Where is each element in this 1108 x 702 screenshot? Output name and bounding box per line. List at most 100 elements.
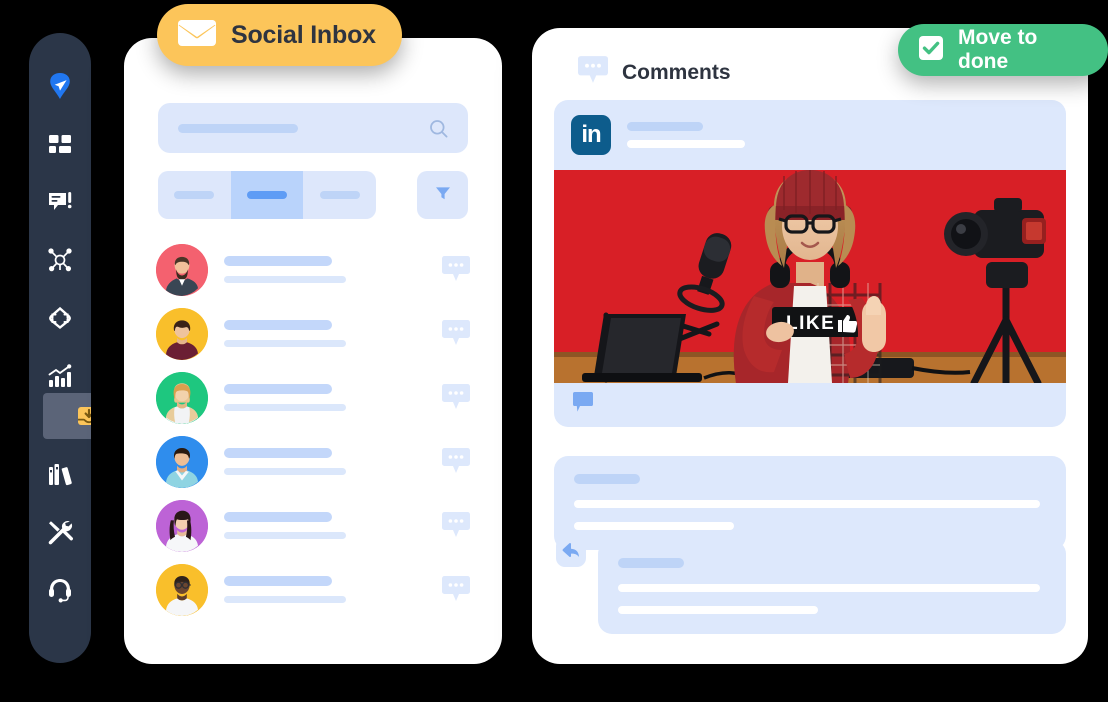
headset-support-icon xyxy=(45,575,75,605)
comment-bubble-icon[interactable] xyxy=(442,512,470,543)
post-header: in xyxy=(554,100,1066,170)
list-item-title xyxy=(224,512,332,522)
avatar xyxy=(156,500,208,552)
tab-label xyxy=(174,191,215,199)
tab-label xyxy=(319,191,360,199)
bar-chart-growth-icon xyxy=(45,361,75,391)
sidebar xyxy=(29,33,91,663)
avatar xyxy=(156,564,208,616)
list-item[interactable] xyxy=(156,430,470,494)
list-item-text xyxy=(224,512,346,539)
avatar xyxy=(156,308,208,360)
social-inbox-badge[interactable]: Social Inbox xyxy=(157,4,402,66)
sidebar-item-tools[interactable] xyxy=(29,509,91,555)
list-item-subtitle xyxy=(224,340,346,347)
reaction-bubble-icon[interactable] xyxy=(571,391,595,419)
reply-card[interactable] xyxy=(598,540,1066,634)
dashboard-grid-icon xyxy=(45,129,75,159)
tools-wrench-icon xyxy=(45,517,75,547)
comments-header: Comments xyxy=(578,56,731,89)
list-item-subtitle xyxy=(224,468,346,475)
sidebar-item-engage[interactable] xyxy=(29,179,91,225)
avatar xyxy=(156,372,208,424)
paper-plane-icon xyxy=(45,71,75,101)
comment-bubble-icon[interactable] xyxy=(442,576,470,607)
list-item[interactable] xyxy=(156,238,470,302)
sidebar-item-campaigns[interactable] xyxy=(29,295,91,341)
comment-bubble-icon xyxy=(578,56,608,89)
list-item[interactable] xyxy=(156,558,470,622)
list-item[interactable] xyxy=(156,302,470,366)
social-inbox-badge-label: Social Inbox xyxy=(231,20,376,49)
inbox-filter-tabs xyxy=(158,171,376,219)
post-author-lines xyxy=(627,122,745,148)
filter-button[interactable] xyxy=(417,171,468,219)
list-item-text xyxy=(224,320,346,347)
diamond-arrows-icon xyxy=(45,303,75,333)
list-item-subtitle xyxy=(224,532,346,539)
list-item-subtitle xyxy=(224,276,346,283)
sidebar-item-library[interactable] xyxy=(29,451,91,497)
move-to-done-label: Move to done xyxy=(958,26,1038,73)
sidebar-item-publish[interactable] xyxy=(29,63,91,109)
list-item-subtitle xyxy=(224,596,346,603)
linkedin-icon: in xyxy=(571,115,611,155)
comment-text-line-2 xyxy=(574,522,734,530)
list-item-text xyxy=(224,448,346,475)
post-image: LIKE xyxy=(554,170,1066,383)
inbox-conversation-list xyxy=(156,238,470,622)
network-nodes-icon xyxy=(45,245,75,275)
list-item-subtitle xyxy=(224,404,346,411)
page-title: Comments xyxy=(622,60,731,84)
comment-bubble-icon[interactable] xyxy=(442,448,470,479)
checkbox-checked-icon xyxy=(918,35,944,66)
comment-alert-icon xyxy=(45,187,75,217)
list-item-text xyxy=(224,384,346,411)
comment-author xyxy=(574,474,640,484)
list-item-title xyxy=(224,448,332,458)
comment-text-line-1 xyxy=(574,500,1040,508)
tab-unread[interactable] xyxy=(230,171,304,219)
list-item-title xyxy=(224,256,332,266)
tab-label xyxy=(247,191,287,199)
list-item-text xyxy=(224,576,346,603)
reply-button[interactable] xyxy=(556,537,586,567)
filter-funnel-icon xyxy=(433,183,453,208)
list-item[interactable] xyxy=(156,366,470,430)
tab-assigned[interactable] xyxy=(303,171,376,219)
sidebar-item-network[interactable] xyxy=(29,237,91,283)
reply-text-line-1 xyxy=(618,584,1040,592)
reply-author xyxy=(618,558,684,568)
list-item-title xyxy=(224,384,332,394)
inbox-download-icon xyxy=(74,401,91,431)
comment-bubble-icon[interactable] xyxy=(442,384,470,415)
comment-card[interactable] xyxy=(554,456,1066,550)
move-to-done-button[interactable]: Move to done xyxy=(898,24,1108,76)
post-author-name xyxy=(627,122,703,131)
post-meta xyxy=(627,140,745,148)
comments-panel: Comments in LIKE xyxy=(532,28,1088,664)
post-reactions[interactable] xyxy=(554,383,1066,427)
tab-all[interactable] xyxy=(158,171,231,219)
avatar xyxy=(156,436,208,488)
reply-arrow-icon xyxy=(562,542,580,563)
list-item-title xyxy=(224,576,332,586)
list-item-title xyxy=(224,320,332,330)
post-card[interactable]: in LIKE xyxy=(554,100,1066,427)
reply-text-line-2 xyxy=(618,606,818,614)
books-library-icon xyxy=(45,459,75,489)
search-icon[interactable] xyxy=(428,118,450,145)
avatar xyxy=(156,244,208,296)
screenshot-stage: Comments in LIKE Social Inbox Move to do… xyxy=(0,0,1108,702)
comment-bubble-icon[interactable] xyxy=(442,256,470,287)
sidebar-item-support[interactable] xyxy=(29,567,91,613)
sidebar-item-social-inbox[interactable] xyxy=(43,393,91,439)
envelope-icon xyxy=(177,18,217,53)
list-item[interactable] xyxy=(156,494,470,558)
comment-bubble-icon[interactable] xyxy=(442,320,470,351)
social-inbox-panel xyxy=(124,38,502,664)
sidebar-item-dashboard[interactable] xyxy=(29,121,91,167)
search-placeholder xyxy=(178,123,298,133)
list-item-text xyxy=(224,256,346,283)
search-input[interactable] xyxy=(158,103,468,153)
